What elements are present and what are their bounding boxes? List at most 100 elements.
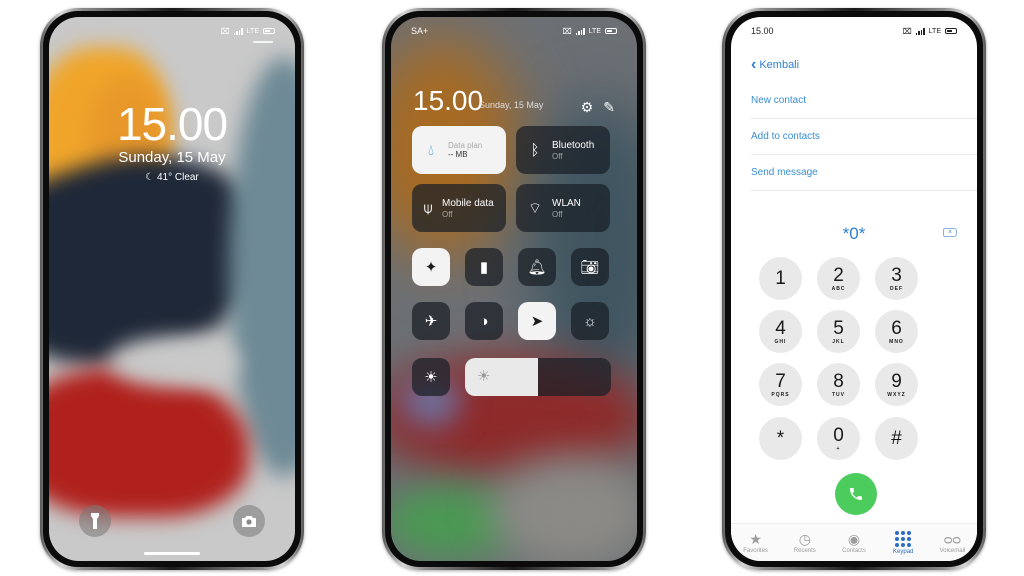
key-letters: GHI bbox=[774, 338, 787, 345]
key-9[interactable]: 9 WXYZ bbox=[875, 363, 918, 406]
tab-keypad[interactable]: Keypad bbox=[879, 524, 928, 561]
key-digit: 6 bbox=[891, 317, 902, 339]
star-icon: ★ bbox=[749, 530, 762, 547]
sun-icon: ☀ bbox=[477, 368, 491, 385]
status-bar: 15.00 ⌧ LTE bbox=[731, 23, 977, 39]
key-letters: JKL bbox=[832, 338, 845, 345]
key-star[interactable]: * bbox=[759, 417, 802, 460]
key-4[interactable]: 4 GHI bbox=[759, 310, 802, 353]
key-8[interactable]: 8 TUV bbox=[817, 363, 860, 406]
airplane-icon: ✈ bbox=[424, 313, 438, 330]
back-button[interactable]: ‹ Kembali bbox=[751, 57, 799, 73]
camera-icon: 📷︎ bbox=[580, 259, 600, 276]
phone-control-center: SA+ ⌧ LTE 15.00 Sunday, 15 May ⚙ ✎ 💧︎ Da… bbox=[382, 8, 646, 570]
menu-send-message[interactable]: Send message bbox=[751, 155, 977, 191]
edit-icon[interactable]: ✎ bbox=[603, 99, 615, 116]
back-label: Kembali bbox=[759, 59, 800, 71]
tab-label: Keypad bbox=[893, 548, 914, 555]
signal-icon bbox=[575, 27, 585, 35]
no-sim-icon: ⌧ bbox=[220, 26, 230, 36]
tile-data-plan[interactable]: 💧︎ Data plan -- MB bbox=[412, 126, 506, 174]
dialed-number: *0* bbox=[842, 224, 866, 243]
tab-recents[interactable]: ◷ Recents bbox=[780, 524, 829, 561]
toggle-flashlight[interactable]: ▮ bbox=[465, 248, 503, 286]
key-digit: 1 bbox=[775, 268, 786, 289]
network-type: LTE bbox=[928, 27, 941, 35]
key-2[interactable]: 2 ABC bbox=[817, 257, 860, 300]
status-bar: ⌧ LTE bbox=[49, 23, 295, 39]
tile-value: Off bbox=[552, 209, 563, 219]
flashlight-icon bbox=[91, 513, 99, 529]
key-letters: PQRS bbox=[771, 391, 790, 398]
tile-mobile-data[interactable]: ⍦ Mobile data Off bbox=[412, 184, 506, 232]
wifi-off-icon: ⌔ bbox=[527, 199, 543, 217]
tab-contacts[interactable]: ◉ Contacts bbox=[829, 524, 878, 561]
antenna-icon: ⍦ bbox=[423, 199, 433, 217]
key-1[interactable]: 1 bbox=[759, 257, 802, 300]
dialer-screen: 15.00 ⌧ LTE ‹ Kembali New contact Add to… bbox=[731, 17, 977, 561]
toggle-reading-mode[interactable]: ◑ bbox=[465, 302, 503, 340]
key-digit: 5 bbox=[833, 317, 844, 339]
key-letters: DEF bbox=[890, 285, 903, 292]
toggle-airplane[interactable]: ✈ bbox=[412, 302, 450, 340]
tab-favorites[interactable]: ★ Favorites bbox=[731, 524, 780, 561]
toggle-auto-brightness[interactable]: ☀ bbox=[412, 358, 450, 396]
tab-bar: ★ Favorites ◷ Recents ◉ Contacts Keypad ᴑᴑ V… bbox=[731, 523, 977, 561]
voicemail-icon: ᴑᴑ bbox=[943, 530, 961, 547]
weather-text: 41° Clear bbox=[156, 172, 199, 183]
toggle-location[interactable]: ➤ bbox=[518, 302, 556, 340]
home-indicator[interactable] bbox=[144, 552, 200, 555]
phone-icon bbox=[850, 488, 862, 500]
key-7[interactable]: 7 PQRS bbox=[759, 363, 802, 406]
toggle-bell[interactable]: 🔔︎ bbox=[518, 248, 556, 286]
tab-voicemail[interactable]: ᴑᴑ Voicemail bbox=[928, 524, 977, 561]
key-digit: * bbox=[776, 428, 785, 449]
lock-time: 15.00 bbox=[116, 98, 228, 150]
signal-icon bbox=[915, 27, 925, 35]
key-digit: 4 bbox=[775, 317, 786, 339]
brightness-slider[interactable]: ☀ bbox=[465, 358, 611, 396]
tile-wlan[interactable]: ⌔ WLAN Off bbox=[516, 184, 610, 232]
camera-button[interactable] bbox=[233, 505, 265, 537]
tile-bluetooth[interactable]: ᛒ Bluetooth Off bbox=[516, 126, 610, 174]
key-3[interactable]: 3 DEF bbox=[875, 257, 918, 300]
key-letters: TUV bbox=[832, 391, 845, 398]
tile-value: Off bbox=[442, 209, 453, 219]
tile-value: -- MB bbox=[448, 150, 468, 160]
tab-label: Voicemail bbox=[939, 547, 966, 554]
signal-icon bbox=[233, 27, 243, 35]
key-0[interactable]: 0 + bbox=[817, 417, 860, 460]
camera-icon bbox=[242, 516, 256, 527]
key-digit: 7 bbox=[775, 370, 786, 392]
flashlight-button[interactable] bbox=[79, 505, 111, 537]
carrier-name: SA+ bbox=[411, 26, 429, 36]
brightness-fill bbox=[465, 358, 538, 396]
status-bar: SA+ ⌧ LTE bbox=[391, 23, 637, 39]
call-button[interactable] bbox=[835, 473, 877, 515]
phone-lock-screen: ⌧ LTE 15.00 Sunday, 15 May ☾ 41° Clear bbox=[40, 8, 304, 570]
key-5[interactable]: 5 JKL bbox=[817, 310, 860, 353]
toggle-screenshot[interactable]: 📷︎ bbox=[571, 248, 609, 286]
backspace-icon[interactable]: × bbox=[943, 228, 957, 237]
key-hash[interactable]: # bbox=[875, 417, 918, 460]
moon-icon: ☾ bbox=[145, 172, 155, 183]
key-digit: 9 bbox=[891, 370, 902, 392]
menu-new-contact[interactable]: New contact bbox=[751, 83, 977, 119]
key-digit: 8 bbox=[833, 370, 844, 392]
lock-weather: ☾ 41° Clear bbox=[49, 172, 295, 183]
key-letters: + bbox=[836, 445, 841, 452]
network-type: LTE bbox=[588, 27, 601, 35]
menu-add-to-contacts[interactable]: Add to contacts bbox=[751, 119, 977, 155]
notification-pill bbox=[253, 41, 273, 43]
toggle-sound-wave[interactable]: ✦ bbox=[412, 248, 450, 286]
location-arrow-icon: ➤ bbox=[530, 313, 544, 330]
key-6[interactable]: 6 MNO bbox=[875, 310, 918, 353]
dark-mode-icon: ☼ bbox=[583, 312, 597, 330]
drop-icon: 💧︎ bbox=[427, 141, 434, 159]
settings-icon[interactable]: ⚙ bbox=[581, 99, 594, 116]
tile-label: WLAN bbox=[552, 197, 581, 209]
key-digit: 0 bbox=[833, 424, 844, 446]
toggle-dark-mode[interactable]: ☼ bbox=[571, 302, 609, 340]
status-time: 15.00 bbox=[751, 26, 774, 36]
lock-screen: ⌧ LTE 15.00 Sunday, 15 May ☾ 41° Clear bbox=[49, 17, 295, 561]
